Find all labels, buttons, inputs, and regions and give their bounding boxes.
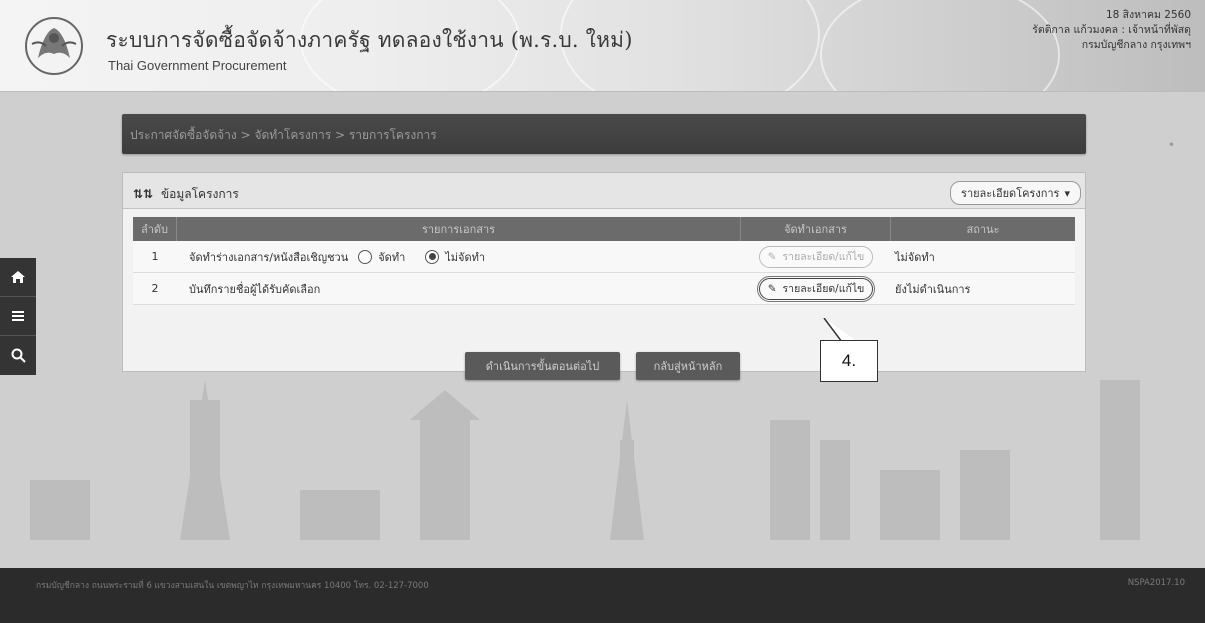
row-label: บันทึกรายชื่อผู้ได้รับคัดเลือก: [189, 282, 321, 296]
breadcrumb-text[interactable]: ประกาศจัดซื้อจัดจ้าง > จัดทำโครงการ > รา…: [130, 126, 437, 145]
table-row: 1 จัดทำร่างเอกสาร/หนังสือเชิญชวน จัดทำ ไ…: [133, 241, 1075, 273]
user-department: กรมบัญชีกลาง กรุงเทพฯ: [1081, 39, 1191, 51]
row-no: 2: [151, 282, 159, 295]
table-header: ลำดับ รายการเอกสาร จัดทำเอกสาร สถานะ: [133, 217, 1075, 241]
dropdown-label: รายละเอียดโครงการ: [961, 187, 1060, 200]
project-info-panel: ⇅⇅ ข้อมูลโครงการ รายละเอียดโครงการ ▾ ลำด…: [122, 172, 1086, 372]
breadcrumb: ประกาศจัดซื้อจัดจ้าง > จัดทำโครงการ > รา…: [122, 114, 1086, 154]
nav-search-button[interactable]: [0, 336, 36, 375]
user-name[interactable]: รัตติกาล แก้วมงคล : เจ้าหน้าที่พัสดุ: [1032, 23, 1191, 38]
garuda-logo-icon: [25, 17, 83, 75]
footer-version: NSPA2017.10: [1127, 578, 1185, 588]
page-header: ระบบการจัดซื้อจัดจ้างภาครัฐ ทดลองใช้งาน …: [0, 0, 1205, 92]
col-manage: จัดทำเอกสาร: [741, 217, 891, 241]
details-edit-button[interactable]: ✎ รายละเอียด/แก้ไข: [758, 245, 874, 268]
row-manage: ✎ รายละเอียด/แก้ไข: [741, 273, 891, 304]
radio-prepare-label: จัดทำ: [378, 250, 406, 264]
row-label-text: จัดทำร่างเอกสาร/หนังสือเชิญชวน: [189, 250, 349, 264]
nav-home-button[interactable]: [0, 258, 36, 297]
project-details-dropdown[interactable]: รายละเอียดโครงการ ▾: [950, 181, 1081, 205]
panel-title: ⇅⇅ ข้อมูลโครงการ: [133, 185, 239, 204]
document-table: ลำดับ รายการเอกสาร จัดทำเอกสาร สถานะ 1 จ…: [133, 217, 1075, 305]
radio-not-prepare-label: ไม่จัดทำ: [445, 250, 486, 264]
col-status: สถานะ: [966, 223, 1000, 236]
next-step-button[interactable]: ดำเนินการขั้นตอนต่อไป: [465, 352, 620, 380]
dot-icon: •: [1167, 138, 1175, 152]
system-title: ระบบการจัดซื้อจัดจ้างภาครัฐ ทดลองใช้งาน …: [106, 28, 633, 52]
header-ornament: [820, 0, 1060, 91]
details-edit-label: รายละเอียด/แก้ไข: [782, 283, 865, 295]
row-manage: ✎ รายละเอียด/แก้ไข: [741, 241, 891, 272]
footer-address: กรมบัญชีกลาง ถนนพระรามที่ 6 แขวงสามเสนใน…: [36, 581, 429, 591]
menu-icon: [12, 311, 24, 321]
row-status: ยังไม่ดำเนินการ: [895, 282, 971, 296]
row-no: 1: [151, 250, 159, 263]
skyline-background: [30, 380, 1140, 540]
current-date: 18 สิงหาคม 2560: [1105, 9, 1191, 21]
nav-menu-button[interactable]: [0, 297, 36, 336]
sliders-icon: ⇅⇅: [133, 187, 154, 201]
caret-down-icon: ▾: [1064, 186, 1070, 200]
user-info: 18 สิงหาคม 2560 รัตติกาล แก้วมงคล : เจ้า…: [1032, 8, 1191, 53]
col-no: ลำดับ: [133, 217, 177, 241]
table-row: 2 บันทึกรายชื่อผู้ได้รับคัดเลือก ✎ รายละ…: [133, 273, 1075, 305]
radio-prepare[interactable]: [358, 249, 373, 264]
row-label: จัดทำร่างเอกสาร/หนังสือเชิญชวน จัดทำ ไม่…: [177, 241, 741, 272]
system-subtitle: Thai Government Procurement: [108, 58, 287, 73]
option-not-prepare[interactable]: ไม่จัดทำ: [425, 248, 485, 266]
panel-title-text: ข้อมูลโครงการ: [160, 187, 239, 201]
option-prepare[interactable]: จัดทำ: [358, 248, 405, 266]
details-edit-label: รายละเอียด/แก้ไข: [782, 251, 865, 263]
details-edit-button[interactable]: ✎ รายละเอียด/แก้ไข: [756, 275, 876, 302]
home-icon: [11, 271, 25, 283]
radio-not-prepare[interactable]: [425, 249, 440, 264]
col-list: รายการเอกสาร: [177, 217, 741, 241]
page-footer: กรมบัญชีกลาง ถนนพระรามที่ 6 แขวงสามเสนใน…: [0, 568, 1205, 623]
panel-header: ⇅⇅ ข้อมูลโครงการ รายละเอียดโครงการ ▾: [123, 173, 1085, 209]
side-navigation: [0, 258, 36, 375]
row-status: ไม่จัดทำ: [895, 250, 935, 264]
search-icon: [11, 348, 26, 363]
back-home-button[interactable]: กลับสู่หน้าหลัก: [636, 352, 740, 380]
edit-icon: ✎: [767, 282, 777, 295]
step-callout: 4.: [820, 340, 878, 382]
edit-icon: ✎: [767, 250, 777, 263]
